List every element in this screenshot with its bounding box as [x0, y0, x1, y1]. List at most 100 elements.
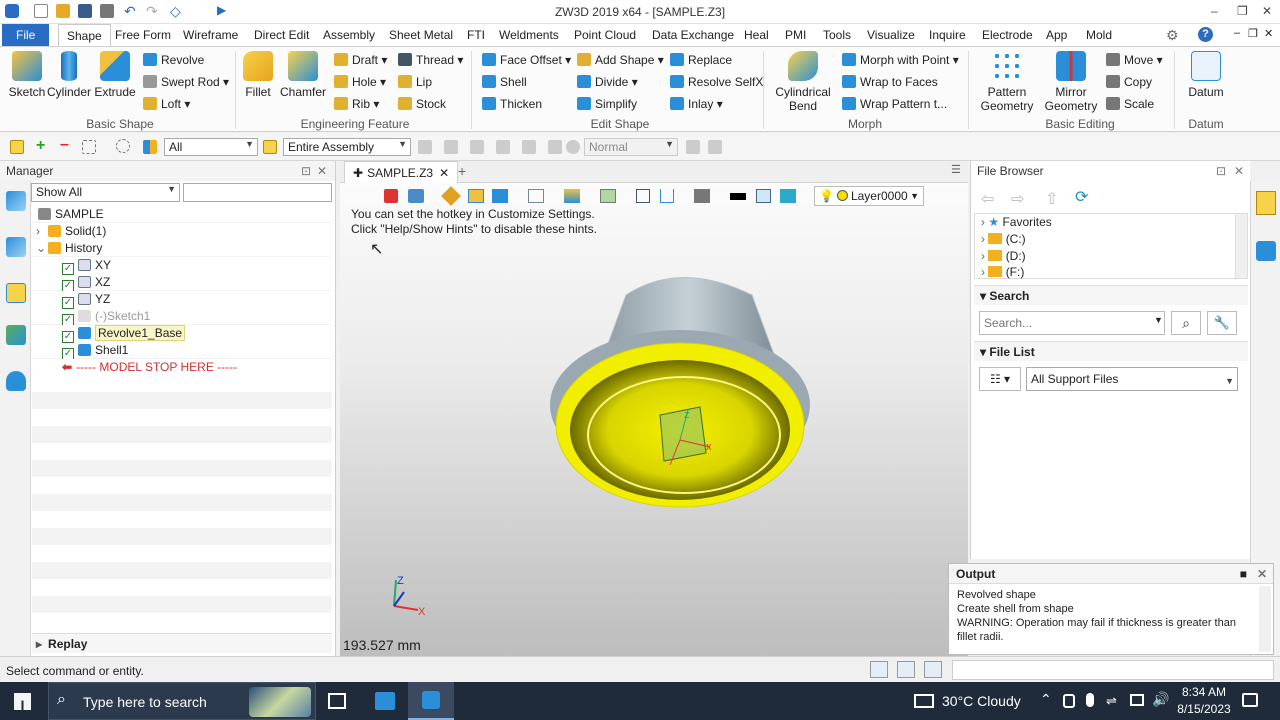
library-side-icon[interactable] — [1256, 241, 1276, 261]
lip-button[interactable]: Lip — [398, 75, 432, 89]
resolve-selfx-button[interactable]: Resolve SelfX — [670, 75, 763, 89]
add-shape-button[interactable]: Add Shape ▾ — [577, 53, 664, 67]
folder-d-drive[interactable]: › (D:) — [975, 248, 1247, 265]
material-icon[interactable] — [600, 189, 616, 203]
tab-mold[interactable]: Mold — [1078, 24, 1120, 46]
file-browser-side-icon[interactable] — [1256, 191, 1276, 215]
fillet-button[interactable]: Fillet — [240, 51, 276, 99]
tab-pmi[interactable]: PMI — [777, 24, 814, 46]
taskbar-zw3d-icon[interactable] — [408, 682, 454, 720]
tab-assembly[interactable]: Assembly — [315, 24, 383, 46]
tab-shape[interactable]: Shape — [58, 24, 111, 46]
tree-item-yz[interactable]: ✓ YZ — [32, 291, 332, 309]
circle-select-icon[interactable] — [116, 139, 130, 153]
swept-rod-button[interactable]: Swept Rod ▾ — [143, 75, 229, 89]
tree-item-solid[interactable]: › Solid(1) — [32, 223, 332, 240]
tab-app[interactable]: App — [1038, 24, 1075, 46]
tray-chevron-icon[interactable]: ⌃ — [1040, 691, 1052, 708]
status-view-icon[interactable] — [870, 661, 888, 678]
wrap-pattern-button[interactable]: Wrap Pattern t... — [842, 97, 947, 111]
clock-time[interactable]: 8:34 AM — [1180, 685, 1228, 699]
volume-icon[interactable]: 🔊 — [1152, 691, 1169, 708]
history-manager-icon[interactable] — [6, 191, 26, 211]
scope-dropdown[interactable]: Entire Assembly ▼ — [283, 138, 411, 156]
select-cursor-icon[interactable] — [10, 140, 24, 154]
ruler-icon[interactable] — [441, 186, 461, 206]
tab-electrode[interactable]: Electrode — [974, 24, 1041, 46]
file-type-dropdown[interactable]: All Support Files ▼ — [1026, 367, 1238, 391]
tree-item-history[interactable]: ⌄ History — [32, 240, 332, 257]
search-section-header[interactable]: ▾ Search — [974, 285, 1248, 305]
nav-back-icon[interactable]: ⇦ — [981, 189, 994, 209]
exit-icon[interactable] — [384, 189, 398, 203]
snap-icon[interactable] — [566, 140, 580, 154]
toolbar-option-icon[interactable] — [496, 140, 510, 154]
toolbar-option-icon[interactable] — [708, 140, 722, 154]
tab-heal[interactable]: Heal — [736, 24, 777, 46]
hole-button[interactable]: Hole ▾ — [334, 75, 386, 89]
replace-button[interactable]: Replace — [670, 53, 732, 67]
part-manager-icon[interactable] — [6, 283, 26, 303]
doc-minimize-icon[interactable]: – — [1234, 27, 1240, 39]
minimize-button[interactable]: – — [1211, 4, 1218, 18]
assembly-scope-icon[interactable] — [263, 140, 277, 154]
tab-weldments[interactable]: Weldments — [491, 24, 567, 46]
thread-button[interactable]: Thread ▾ — [398, 53, 463, 67]
thicken-button[interactable]: Thicken — [482, 97, 542, 111]
task-view-icon[interactable] — [328, 693, 346, 709]
tab-file[interactable]: File — [2, 24, 50, 46]
doc-restore-icon[interactable]: ❐ — [1248, 27, 1258, 40]
view-orient-icon[interactable] — [408, 189, 424, 203]
remove-icon[interactable]: – — [60, 136, 69, 154]
file-list-section-header[interactable]: ▾ File List — [974, 341, 1248, 361]
model-3d[interactable]: x z — [540, 265, 830, 525]
tab-close-icon[interactable]: ✕ — [439, 166, 449, 180]
stock-button[interactable]: Stock — [398, 97, 446, 111]
new-tab-icon[interactable]: + — [458, 163, 466, 179]
assembly-manager-icon[interactable] — [6, 237, 26, 257]
revolve-button[interactable]: Revolve — [143, 53, 204, 67]
tree-item-sketch1[interactable]: ✓ (-)Sketch1 — [32, 308, 332, 326]
notification-icon[interactable] — [1242, 693, 1258, 707]
layer-dropdown[interactable]: 💡 Layer0000 ▼ — [814, 186, 924, 206]
toolbar-option-icon[interactable] — [522, 140, 536, 154]
folder-favorites[interactable]: › ★ Favorites — [975, 214, 1247, 231]
view-cube-icon[interactable] — [492, 189, 508, 203]
inlay-button[interactable]: Inlay ▾ — [670, 97, 723, 111]
shaded-icon[interactable] — [468, 189, 484, 203]
show-filter-dropdown[interactable]: Show All ▼ — [31, 183, 180, 202]
section-icon[interactable] — [660, 189, 674, 203]
rib-button[interactable]: Rib ▾ — [334, 97, 379, 111]
manager-search-input[interactable] — [183, 183, 332, 202]
search-icon[interactable]: ⌕ — [1171, 311, 1201, 335]
color-black-icon[interactable] — [730, 193, 746, 200]
settings-gear-icon[interactable]: ⚙ — [1166, 27, 1179, 44]
wireframe-cube-icon[interactable] — [528, 189, 544, 203]
tab-menu-icon[interactable]: ☰ — [951, 163, 961, 176]
panel-close-icon[interactable]: ✕ — [1234, 161, 1244, 181]
doc-close-icon[interactable]: ✕ — [1264, 27, 1273, 40]
tab-tools[interactable]: Tools — [815, 24, 859, 46]
status-list-icon[interactable] — [924, 661, 942, 678]
replay-bar[interactable]: ▸ Replay — [32, 633, 332, 653]
help-icon[interactable]: ? — [1198, 27, 1213, 42]
tab-visualize[interactable]: Visualize — [859, 24, 923, 46]
output-close-icon[interactable]: ✕ — [1257, 564, 1267, 584]
mode-dropdown[interactable]: Normal ▼ — [584, 138, 678, 156]
visual-manager-icon[interactable] — [6, 325, 26, 345]
tab-wireframe[interactable]: Wireframe — [175, 24, 246, 46]
advanced-search-icon[interactable]: 🔧 — [1207, 311, 1237, 335]
tree-item-sample[interactable]: SAMPLE — [32, 206, 332, 223]
extrude-button[interactable]: Extrude — [93, 51, 137, 99]
simplify-button[interactable]: Simplify — [577, 97, 637, 111]
close-button[interactable]: ✕ — [1262, 4, 1272, 18]
toolbar-option-icon[interactable] — [548, 140, 562, 154]
cylinder-button[interactable]: Cylinder — [47, 51, 91, 99]
network-icon[interactable]: ⇌ — [1106, 693, 1117, 709]
scale-button[interactable]: Scale — [1106, 97, 1154, 111]
render-mode-icon[interactable] — [564, 189, 580, 203]
status-display-icon[interactable] — [897, 661, 915, 678]
collapse-chevron-icon[interactable]: ⌄ — [36, 240, 48, 257]
toolbar-option-icon[interactable] — [444, 140, 458, 154]
nav-up-icon[interactable]: ⇧ — [1045, 189, 1058, 209]
